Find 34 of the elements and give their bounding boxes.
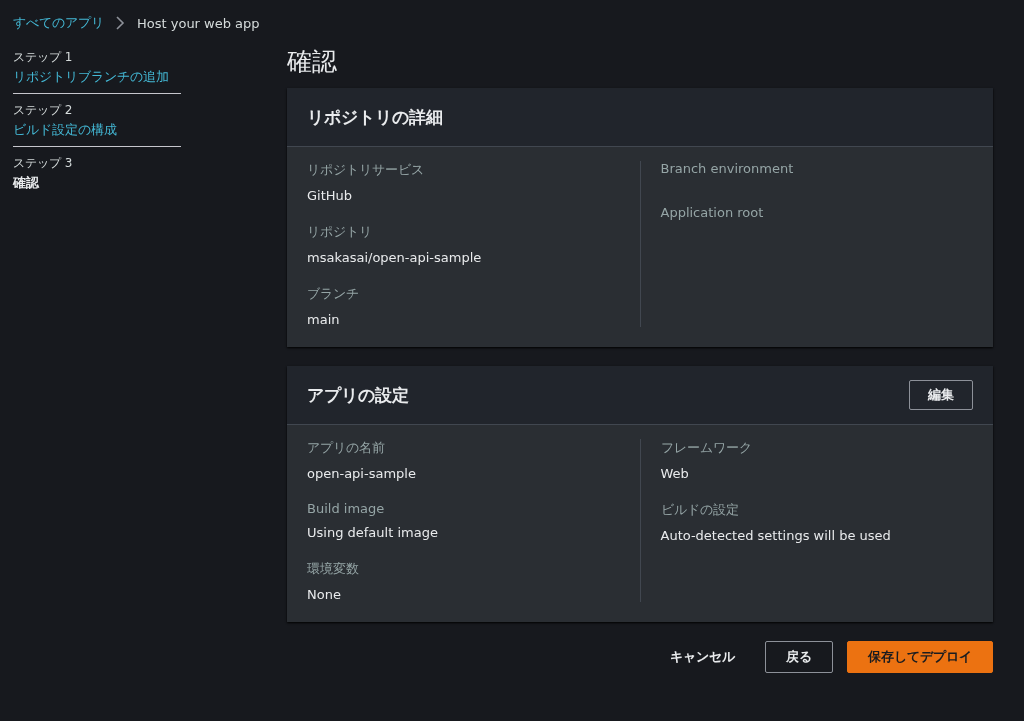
panel-title: リポジトリの詳細 (307, 105, 443, 129)
field-label: Application root (660, 205, 765, 220)
field-value: Auto-detected settings will be used (660, 528, 892, 543)
field-label: アプリの名前 (307, 439, 386, 457)
field-value: main (307, 312, 341, 327)
breadcrumb-link[interactable]: すべてのアプリ (13, 14, 104, 32)
field-value: Using default image (307, 525, 439, 540)
field-value: GitHub (307, 188, 354, 203)
chevron-icon (116, 16, 125, 30)
save-deploy-button[interactable]: 保存してデプロイ (847, 641, 993, 673)
step-label: ステップ 1 (13, 49, 74, 66)
field-label: リポジトリサービス (307, 161, 425, 179)
field-label: Branch environment (660, 161, 795, 176)
breadcrumb-current: Host your web app (137, 15, 260, 31)
current-step: 確認 (13, 174, 181, 192)
field-value: None (307, 587, 342, 602)
field-label: Build image (307, 501, 386, 516)
step-link[interactable]: リポジトリブランチの追加 (13, 68, 181, 86)
field-label: リポジトリ (307, 223, 373, 241)
edit-button[interactable]: 編集 (909, 380, 973, 410)
step-link[interactable]: ビルド設定の構成 (13, 121, 181, 139)
field-label: ブランチ (307, 285, 360, 303)
field-value: Web (660, 466, 690, 481)
step-label: ステップ 3 (13, 155, 74, 172)
field-value: msakasai/open-api-sample (307, 250, 483, 265)
step-label: ステップ 2 (13, 102, 74, 119)
back-button[interactable]: 戻る (765, 641, 833, 673)
field-label: ビルドの設定 (660, 501, 740, 519)
panel-title: アプリの設定 (307, 383, 409, 407)
page-title: 確認 (287, 46, 338, 78)
field-label: 環境変数 (307, 560, 360, 578)
field-value: open-api-sample (307, 466, 417, 481)
cancel-button[interactable]: キャンセル (654, 642, 751, 672)
field-label: フレームワーク (660, 439, 753, 457)
